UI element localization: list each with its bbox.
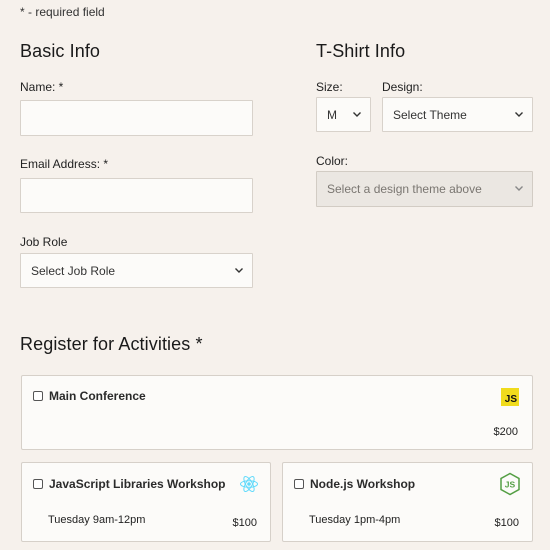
email-field[interactable] (20, 178, 253, 213)
activity-price: $100 (232, 517, 257, 529)
javascript-icon: JS (501, 388, 519, 406)
chevron-down-icon (515, 111, 523, 117)
basic-info-heading: Basic Info (20, 41, 101, 61)
activity-name: Main Conference (49, 389, 146, 403)
size-label: Size: (316, 80, 343, 94)
color-label: Color: (316, 154, 349, 168)
chevron-down-icon (353, 111, 361, 117)
activity-price: $100 (494, 517, 519, 529)
activity-name: JavaScript Libraries Workshop (49, 477, 226, 491)
activity-time: Tuesday 9am-12pm (48, 514, 146, 526)
tshirt-info-heading: T-Shirt Info (316, 41, 406, 61)
size-selected-value: M (327, 107, 337, 122)
react-icon (240, 475, 258, 493)
nodejs-icon: JS (500, 472, 520, 496)
activity-time: Tuesday 1pm-4pm (309, 514, 401, 526)
svg-text:JS: JS (505, 480, 516, 490)
activity-checkbox[interactable] (33, 479, 43, 489)
activities-heading: Register for Activities * (20, 334, 203, 354)
design-select[interactable]: Select Theme (382, 97, 533, 132)
activity-name: Node.js Workshop (310, 477, 416, 491)
activity-checkbox[interactable] (33, 391, 43, 401)
activity-price: $200 (493, 426, 518, 438)
design-label: Design: (382, 80, 423, 94)
color-select: Select a design theme above (316, 171, 533, 207)
activity-card-nodejs[interactable]: Node.js Workshop JS Tuesday 1pm-4pm $100 (282, 462, 533, 542)
size-select[interactable]: M (316, 97, 371, 132)
email-label: Email Address: * (20, 157, 109, 171)
activity-card-javascript-libraries[interactable]: JavaScript Libraries Workshop Tuesday 9a… (21, 462, 271, 542)
chevron-down-icon (515, 186, 523, 191)
job-role-label: Job Role (20, 235, 68, 249)
registration-form: * - required field Basic Info Name: * Em… (0, 0, 550, 550)
activity-card-main-conference[interactable]: Main Conference JS $200 (21, 375, 533, 450)
job-role-selected-value: Select Job Role (31, 263, 116, 278)
activity-checkbox[interactable] (294, 479, 304, 489)
chevron-down-icon (235, 267, 243, 273)
name-field[interactable] (20, 100, 253, 136)
required-field-note: * - required field (20, 5, 105, 19)
name-label: Name: * (20, 80, 64, 94)
job-role-select[interactable]: Select Job Role (20, 253, 253, 288)
design-selected-value: Select Theme (393, 107, 467, 122)
color-selected-value: Select a design theme above (327, 182, 482, 196)
